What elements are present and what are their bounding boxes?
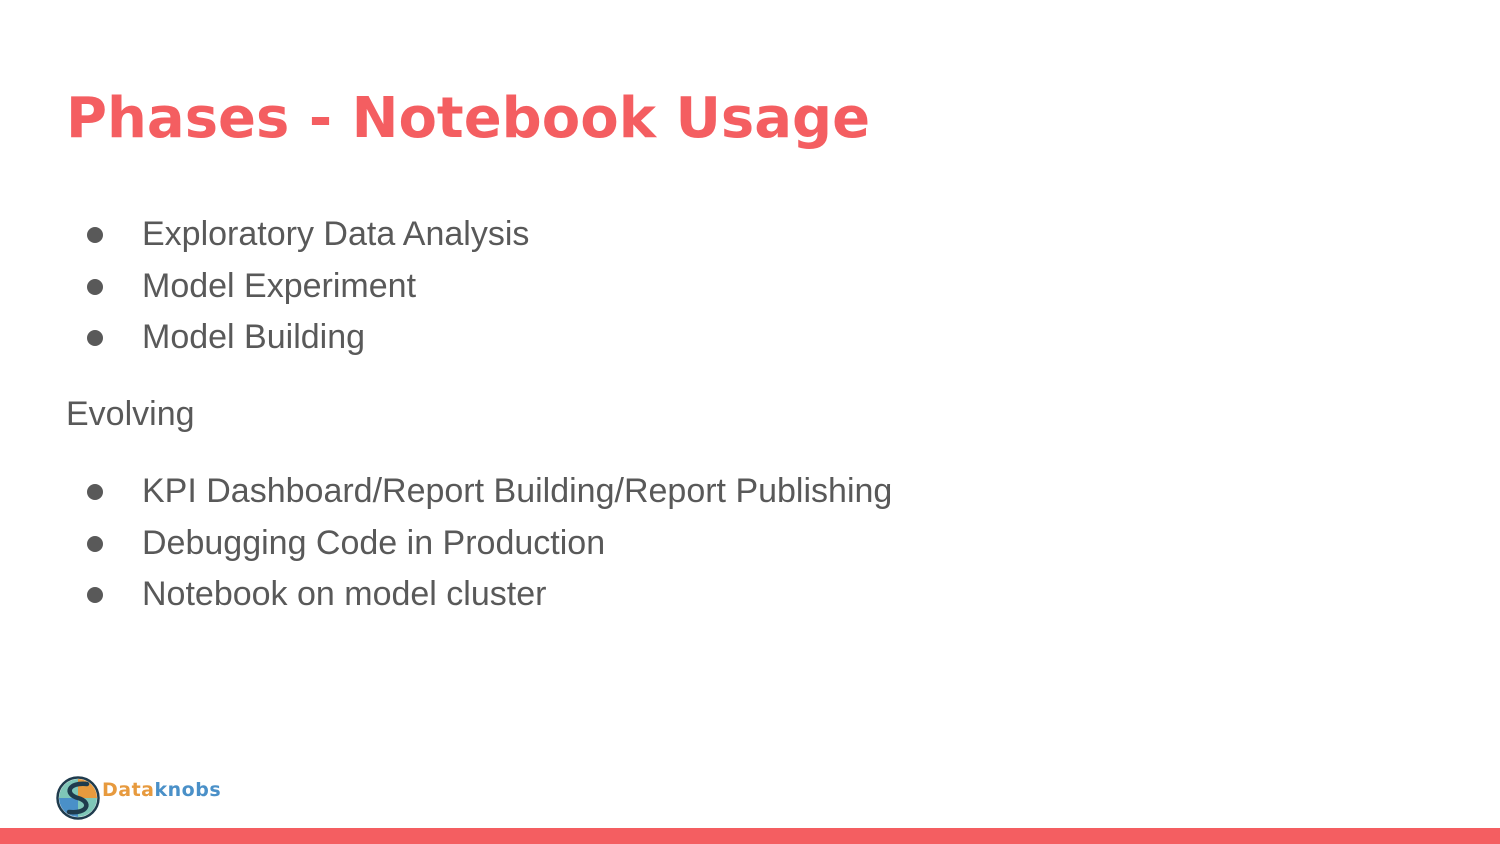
bullet-dot-icon [87, 484, 103, 500]
dataknobs-logo-icon [56, 776, 100, 820]
bullet-dot-icon [87, 330, 103, 346]
slide-title: Phases - Notebook Usage [66, 86, 871, 151]
bullet-dot-icon [87, 227, 103, 243]
brand-name-part2: knobs [154, 779, 222, 801]
brand-logo: Dataknobs [56, 776, 221, 820]
slide: Phases - Notebook Usage Exploratory Data… [0, 0, 1500, 844]
bullet-text: Notebook on model cluster [142, 575, 547, 613]
bullet-text: Debugging Code in Production [142, 523, 606, 562]
bullet-text: Model Experiment [142, 266, 417, 305]
brand-wordmark: Dataknobs [102, 779, 221, 801]
brand-name-part1: Data [102, 779, 155, 801]
bullet-text: Model Building [142, 318, 366, 356]
bullet-dot-icon [87, 535, 103, 552]
section-label: Evolving [66, 395, 195, 433]
bullet-dot-icon [87, 587, 103, 603]
bullet-text: Exploratory Data Analysis [142, 215, 530, 253]
bottom-accent-bar [0, 828, 1500, 844]
bullet-dot-icon [87, 278, 103, 295]
bullet-text: KPI Dashboard/Report Building/Report Pub… [142, 472, 893, 510]
